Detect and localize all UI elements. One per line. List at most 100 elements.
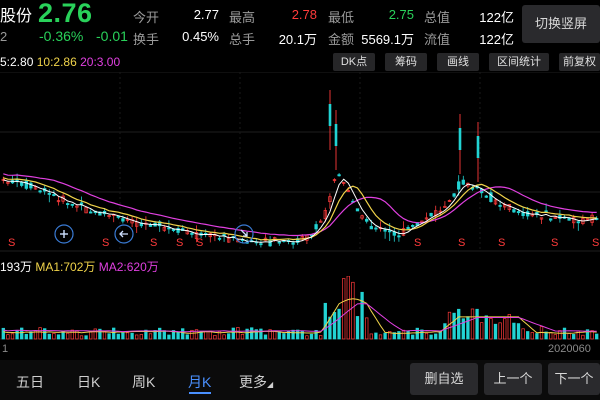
volume-bar [342,278,346,340]
volume-bar [162,330,166,340]
stat-label-amount: 金额 [328,32,355,47]
stat-label-open: 今开 [133,10,160,25]
chips-button[interactable]: 筹码 [385,53,427,71]
stat-value-open: 2.77 [193,7,219,22]
tab-more[interactable]: 更多◢ [239,372,273,392]
range-stats-button[interactable]: 区间统计 [489,53,549,71]
volume-bar [102,331,107,340]
change-percent: -0.36% [39,28,84,44]
stat-label-total-value: 总值 [424,10,451,25]
volume-legend: 193万 MA1:702万 MA2:620万 [0,258,159,275]
stock-code-fragment: 2 [0,29,8,44]
candle-body [47,192,51,195]
volume-bar [52,333,56,340]
volume-bar [130,332,134,340]
next-button[interactable]: 下一个 [548,363,600,395]
tab-monthly-k[interactable]: 月K [188,372,211,392]
volume-bar [383,332,387,340]
volume-bar [365,317,369,340]
candle-body [406,227,410,230]
candle-body [277,241,281,244]
candle-body [369,226,373,230]
volume-bar [374,332,378,340]
price-grid [0,72,600,252]
candle-body [429,212,433,217]
ma10-value: 10:2.86 [36,55,77,69]
candle-body [355,208,360,212]
stat-label-low: 最低 [328,10,355,25]
candle-body [171,229,176,231]
volume-bar [112,327,116,340]
volume-bar [461,318,465,340]
volume-bar [351,281,355,340]
sell-marker: S [498,237,505,249]
volume-bar [489,318,493,340]
stat-value-high: 2.78 [291,7,317,22]
volume-bar [530,332,534,340]
candle-body [20,182,24,186]
remove-watchlist-button[interactable]: 删自选 [410,363,478,395]
candle-body [121,218,125,222]
volume-bar [493,323,498,340]
candle-body [484,195,488,198]
stat-value-amount: 5569.1万 [361,32,414,47]
volume-bar [20,327,24,340]
candle-body [70,203,74,206]
volume-ma2: MA2:620万 [98,260,159,274]
volume-bar [89,331,93,340]
candle-body [512,209,516,213]
tab-weekly-k[interactable]: 周K [132,372,155,392]
volume-bar [503,318,507,340]
volume-bar [521,328,525,340]
volume-chart[interactable] [0,276,600,340]
draw-line-button[interactable]: 画线 [437,53,479,71]
stat-label-turnover: 换手 [133,32,160,47]
volume-bar [148,333,153,340]
candle-body [314,224,318,230]
arrow-stroke [119,230,128,238]
candle-body [52,194,56,196]
volume-bar [595,333,599,340]
plus-circle-icon [54,224,74,244]
volume-bar [438,331,442,340]
volume-bar [475,308,479,340]
stat-value-low: 2.75 [388,7,414,22]
candle-body [217,237,222,240]
candle-body [549,218,553,221]
tab-five-day[interactable]: 五日 [16,372,44,392]
sell-marker: S [551,237,558,249]
volume-bar [66,332,70,340]
kline-chart[interactable]: SSSSSSSSSS [0,72,600,252]
volume-bar [250,327,254,340]
previous-button[interactable]: 上一个 [484,363,542,395]
stat-label-high: 最高 [229,10,256,25]
volume-bar [185,334,189,340]
volume-bar [526,331,530,340]
sell-marker: S [8,237,15,249]
tab-daily-k[interactable]: 日K [77,372,100,392]
dk-point-button[interactable]: DK点 [333,53,375,71]
sell-marker: S [196,237,203,249]
candle-body [259,243,263,246]
volume-bar [434,333,438,340]
forward-adjust-button[interactable]: 前复权 [559,53,600,71]
candle-body [79,202,84,205]
switch-portrait-button[interactable]: 切换竖屏 [522,5,600,43]
volume-bar [332,312,337,340]
volume-bar [93,328,97,340]
volume-bar [466,316,470,340]
volume-bar [139,334,143,340]
volume-bar [355,316,360,340]
candle-body [167,227,171,230]
stock-name: 股份 [0,8,33,25]
volume-bar [121,332,125,340]
volume-bar [167,334,171,340]
candle-body [388,230,392,233]
candle-body [291,242,295,245]
volume-bar [411,334,415,340]
volume-bar [498,322,502,340]
volume-bar [549,332,553,340]
volume-bar [158,327,162,340]
candle-body [461,179,465,185]
ma5-value: 5:2.80 [0,55,34,69]
